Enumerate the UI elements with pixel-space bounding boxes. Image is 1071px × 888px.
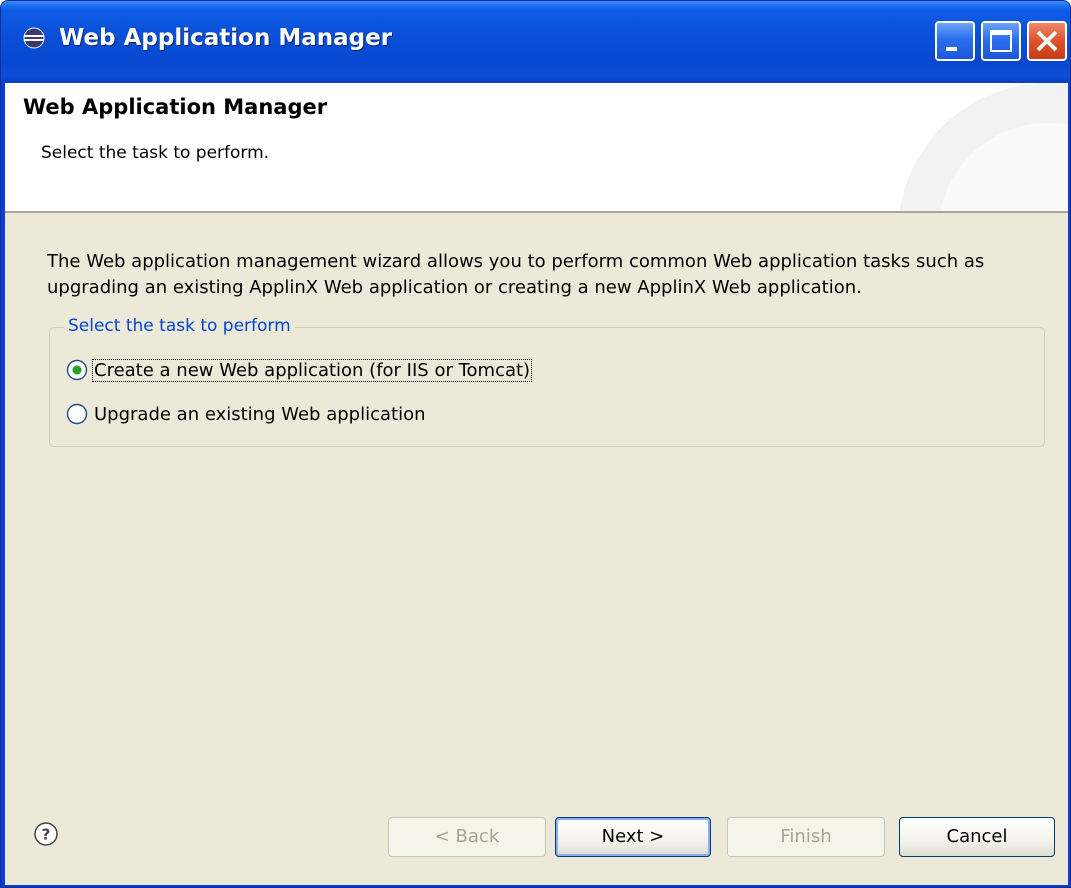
option-create-new[interactable]: Create a new Web application (for IIS or… [66, 356, 533, 384]
finish-button[interactable]: Finish [727, 817, 885, 857]
back-button[interactable]: < Back [388, 817, 546, 857]
description-text: The Web application management wizard al… [47, 251, 985, 298]
task-group: Select the task to perform Create a new … [49, 316, 1045, 447]
svg-text:?: ? [42, 826, 51, 844]
minimize-button[interactable] [935, 21, 975, 61]
task-group-label: Select the task to perform [64, 316, 295, 336]
page-title: Web Application Manager [23, 95, 328, 119]
minimize-icon [946, 47, 957, 51]
option-upgrade-existing[interactable]: Upgrade an existing Web application [66, 400, 427, 428]
option-create-new-label[interactable]: Create a new Web application (for IIS or… [91, 358, 533, 382]
option-upgrade-existing-label[interactable]: Upgrade an existing Web application [93, 404, 427, 425]
radio-unselected-icon[interactable] [66, 403, 88, 425]
eclipse-icon [23, 27, 45, 49]
header-decoration [899, 83, 1068, 211]
wizard-window: Web Application Manager Web Application … [0, 0, 1071, 888]
maximize-button[interactable] [981, 21, 1021, 61]
title-bar[interactable]: Web Application Manager [1, 1, 1070, 83]
close-icon [1036, 30, 1058, 52]
window-title: Web Application Manager [59, 25, 393, 51]
next-button[interactable]: Next > [555, 817, 711, 857]
wizard-header: Web Application Manager Select the task … [5, 83, 1068, 213]
cancel-button[interactable]: Cancel [899, 817, 1055, 857]
close-button[interactable] [1027, 21, 1067, 61]
help-icon[interactable]: ? [33, 821, 59, 847]
page-subtitle: Select the task to perform. [41, 143, 270, 163]
wizard-body: The Web application management wizard al… [5, 213, 1068, 885]
radio-selected-icon[interactable] [66, 359, 88, 381]
maximize-icon [990, 30, 1012, 52]
